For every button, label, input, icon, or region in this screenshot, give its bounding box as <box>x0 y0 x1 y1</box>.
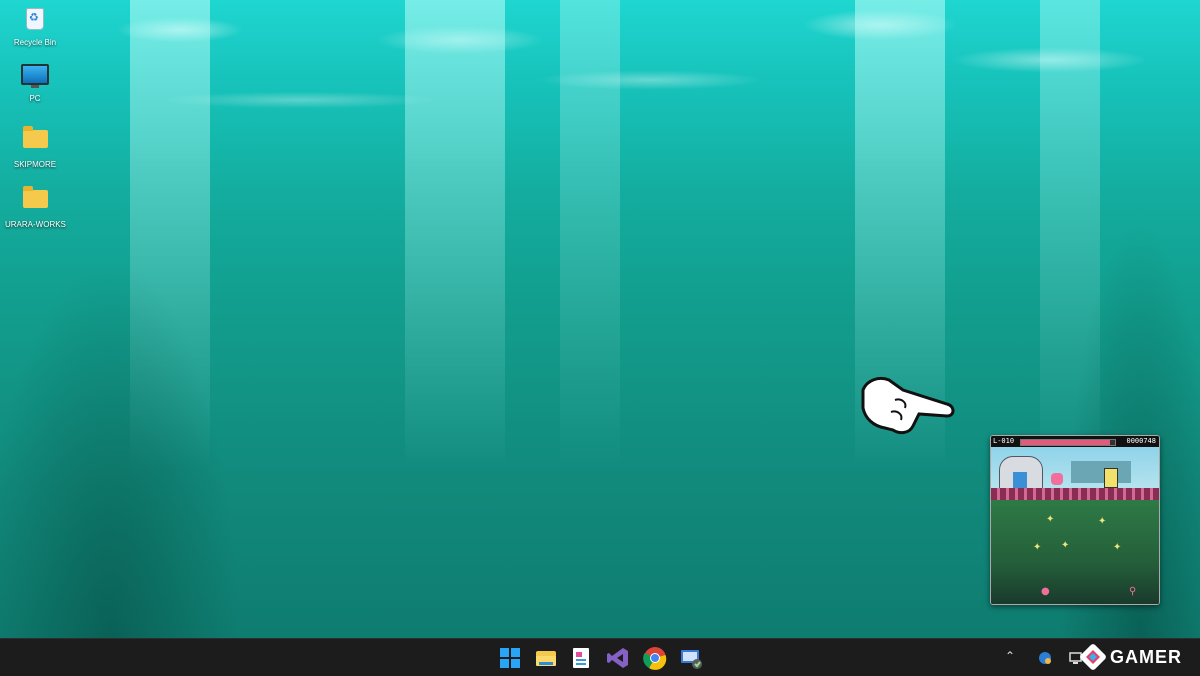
folder-icon <box>22 126 48 148</box>
hp-bar-fill <box>1021 440 1111 445</box>
game-window[interactable]: ✦ ✦ ✦ ✦ ✦ ● ⚲ L-010 0000748 <box>990 435 1160 605</box>
chevron-up-icon[interactable]: ⌃ <box>1005 649 1015 663</box>
recycle-bin-icon <box>26 8 44 30</box>
fish-icon: ✦ <box>1061 540 1070 551</box>
gamer-logo-icon <box>1080 644 1106 670</box>
game-hud: L-010 0000748 <box>991 436 1159 447</box>
desktop-icon-label: PC <box>29 94 41 103</box>
score-label: 0000748 <box>1126 437 1156 445</box>
remote-desktop-icon[interactable] <box>678 645 704 671</box>
visual-studio-icon[interactable] <box>605 645 631 671</box>
desktop-icon-label: SKIPMORE <box>13 160 57 169</box>
robot-character <box>1104 468 1118 488</box>
desktop-icon-recycle-bin[interactable]: Recycle Bin <box>5 6 65 47</box>
hp-bar <box>1020 439 1116 446</box>
seaweed-left <box>0 258 240 638</box>
enemy-icon: ● <box>1041 586 1050 597</box>
key-icon: ⚲ <box>1129 586 1137 597</box>
watermark-text: GAMER <box>1110 646 1182 667</box>
file-explorer-icon[interactable] <box>533 645 559 671</box>
fish-icon: ✦ <box>1098 516 1107 527</box>
monitor-icon <box>21 64 49 85</box>
player-character <box>1051 473 1063 485</box>
light-ray <box>560 0 620 470</box>
notepad-icon[interactable] <box>568 645 594 671</box>
desktop-icon-urara-works[interactable]: URARA-WORKS <box>5 185 66 229</box>
start-icon[interactable] <box>497 645 523 671</box>
desktop-wallpaper: Recycle Bin PC SKIPMORE URARA-WORKS ✦ ✦ … <box>0 0 1200 638</box>
chrome-icon[interactable] <box>642 645 668 671</box>
desktop-icon-pc[interactable]: PC <box>5 62 65 103</box>
gamer-watermark: GAMER <box>1080 644 1182 670</box>
network-icon[interactable] <box>1037 650 1053 666</box>
desktop-icon-skipmore[interactable]: SKIPMORE <box>5 125 65 169</box>
desktop-icon-label: URARA-WORKS <box>5 220 66 229</box>
desktop-icon-label: Recycle Bin <box>13 38 57 47</box>
pointing-hand-icon <box>861 376 955 435</box>
folder-icon <box>22 186 48 208</box>
fish-icon: ✦ <box>1046 514 1055 525</box>
fish-icon: ✦ <box>1113 542 1122 553</box>
light-ray <box>405 0 505 470</box>
taskbar: ⌃ GAMER <box>0 638 1200 676</box>
game-city-background <box>1071 461 1131 483</box>
game-building-door <box>1013 472 1027 488</box>
fish-icon: ✦ <box>1033 542 1042 553</box>
game-track <box>991 488 1159 500</box>
level-label: L-010 <box>993 437 1015 445</box>
